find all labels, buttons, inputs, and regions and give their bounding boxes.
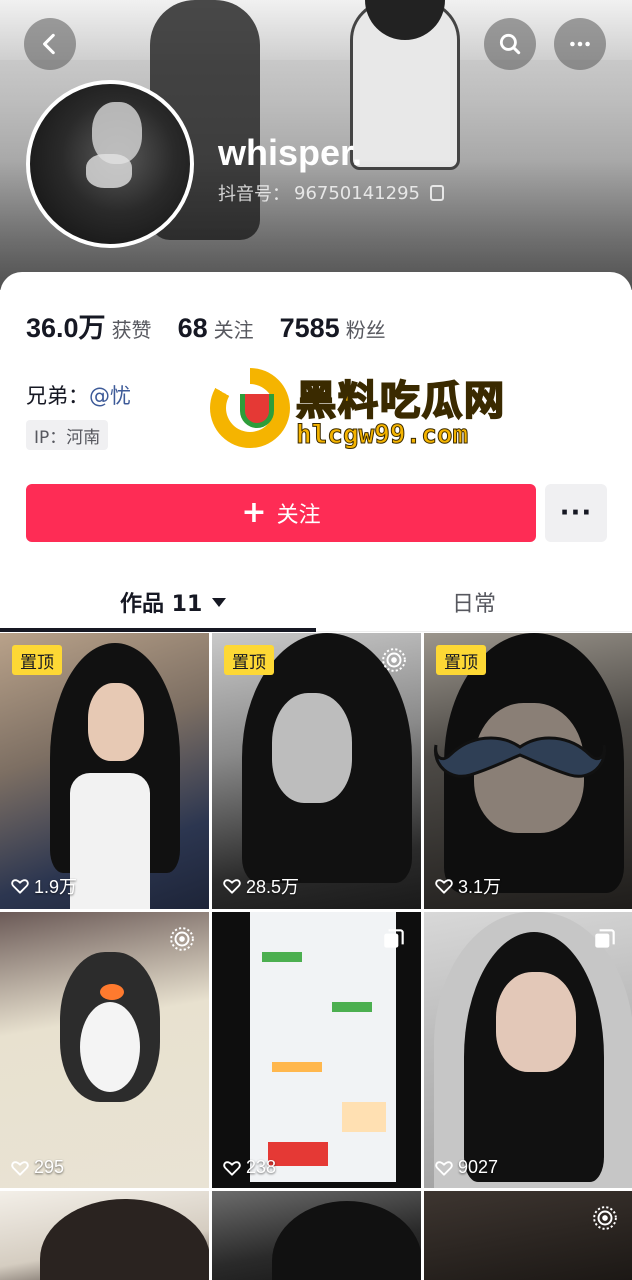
video-thumbnail[interactable]: 置顶 28.5万 bbox=[212, 633, 421, 909]
video-likes-count: 9027 bbox=[458, 1157, 499, 1177]
heart-icon bbox=[435, 1160, 453, 1176]
video-thumbnail[interactable]: 9027 bbox=[424, 912, 632, 1188]
search-icon bbox=[499, 33, 521, 55]
stat-followers-count: 7585 bbox=[279, 313, 340, 343]
live-photo-icon bbox=[593, 1206, 617, 1230]
video-thumbnail[interactable] bbox=[424, 1191, 632, 1280]
stats-row: 36.0万 获赞 68 关注 7585 粉丝 bbox=[26, 306, 412, 345]
plus-icon: + bbox=[241, 495, 267, 530]
thumb-chat-bubble bbox=[332, 1002, 372, 1012]
video-likes: 1.9万 bbox=[10, 873, 77, 899]
stat-likes[interactable]: 36.0万 获赞 bbox=[26, 306, 152, 345]
stat-followers[interactable]: 7585 粉丝 bbox=[280, 313, 386, 344]
stat-following-label: 关注 bbox=[213, 318, 254, 342]
video-likes: 9027 bbox=[434, 1157, 498, 1178]
bio: 兄弟：@忧 bbox=[26, 380, 131, 410]
chevron-left-icon bbox=[43, 33, 55, 55]
video-thumbnail-image bbox=[0, 912, 209, 1188]
search-button[interactable] bbox=[484, 18, 536, 70]
ip-location-tag: IP：河南 bbox=[26, 420, 109, 450]
thumb-hair bbox=[40, 1199, 209, 1280]
watermelon-icon bbox=[240, 394, 274, 428]
video-thumbnail[interactable]: 置顶 3.1万 bbox=[424, 633, 632, 909]
video-thumbnail-image bbox=[212, 912, 421, 1188]
heart-icon bbox=[223, 1160, 241, 1176]
thumb-chat-bubble bbox=[262, 952, 302, 962]
thumb-face bbox=[88, 683, 144, 761]
header-more-button[interactable] bbox=[554, 18, 606, 70]
bio-prefix: 兄弟： bbox=[26, 384, 89, 408]
pinned-badge: 置顶 bbox=[436, 645, 486, 675]
video-thumbnail-image bbox=[212, 1191, 421, 1280]
avatar[interactable] bbox=[26, 80, 194, 248]
avatar-hand bbox=[86, 154, 132, 188]
thumb-penguin-belly bbox=[80, 1002, 140, 1092]
watermark-title: 黑料吃瓜网 bbox=[295, 377, 506, 425]
live-photo-icon bbox=[170, 927, 194, 951]
follow-button-label: 关注 bbox=[276, 503, 321, 528]
watermark-logo bbox=[210, 368, 290, 448]
heart-icon bbox=[11, 1160, 29, 1176]
thumb-penguin-beak bbox=[100, 984, 124, 1000]
tab-daily[interactable]: 日常 bbox=[452, 586, 496, 618]
video-likes-count: 238 bbox=[246, 1157, 277, 1177]
video-thumbnail-image bbox=[0, 1191, 209, 1280]
copy-icon[interactable] bbox=[429, 185, 444, 201]
watermark-url: hlcgw99.com bbox=[295, 420, 469, 451]
stat-followers-label: 粉丝 bbox=[345, 318, 386, 342]
video-likes-count: 1.9万 bbox=[34, 877, 78, 897]
heart-icon bbox=[223, 879, 241, 894]
video-likes-count: 28.5万 bbox=[246, 877, 300, 897]
heart-icon bbox=[11, 879, 29, 894]
tab-works-label: 作品 11 bbox=[120, 592, 203, 617]
douyin-id: 抖音号： 96750141295 bbox=[218, 180, 444, 206]
more-dots-icon bbox=[570, 41, 590, 47]
video-likes: 3.1万 bbox=[434, 873, 501, 899]
douyin-id-label: 抖音号： bbox=[218, 184, 290, 205]
profile-more-button[interactable]: ··· bbox=[545, 484, 607, 542]
douyin-id-value: 96750141295 bbox=[294, 182, 420, 204]
tab-works[interactable]: 作品 11 bbox=[120, 586, 227, 618]
banner-sky bbox=[0, 0, 632, 60]
thumb-red-packet bbox=[268, 1142, 328, 1166]
video-likes-count: 295 bbox=[34, 1157, 65, 1177]
thumb-hair bbox=[272, 1201, 421, 1280]
multi-image-icon bbox=[595, 929, 615, 948]
tab-active-indicator bbox=[0, 628, 316, 632]
follow-button[interactable]: + 关注 bbox=[26, 484, 536, 542]
stat-following-count: 68 bbox=[177, 313, 208, 343]
back-button[interactable] bbox=[24, 18, 76, 70]
video-thumbnail[interactable] bbox=[212, 1191, 421, 1280]
thumb-shirt bbox=[70, 773, 150, 909]
video-thumbnail[interactable]: 238 bbox=[212, 912, 421, 1188]
thumb-chat-bubble bbox=[272, 1062, 322, 1072]
video-thumbnail[interactable] bbox=[0, 1191, 209, 1280]
bio-mention-link[interactable]: @忧 bbox=[89, 384, 131, 408]
video-likes: 28.5万 bbox=[222, 873, 299, 899]
thumb-transfer-card bbox=[342, 1102, 386, 1132]
heart-icon bbox=[435, 879, 453, 894]
thumb-face bbox=[496, 972, 576, 1072]
pinned-badge: 置顶 bbox=[12, 645, 62, 675]
username: whisper. bbox=[218, 132, 363, 173]
thumb-face bbox=[272, 693, 352, 803]
stat-likes-label: 获赞 bbox=[111, 318, 152, 342]
stat-following[interactable]: 68 关注 bbox=[178, 313, 254, 344]
video-likes: 295 bbox=[10, 1157, 64, 1178]
video-thumbnail[interactable]: 295 bbox=[0, 912, 209, 1188]
video-likes: 238 bbox=[222, 1157, 276, 1178]
mustache-sticker bbox=[433, 736, 607, 778]
pinned-badge: 置顶 bbox=[224, 645, 274, 675]
video-grid: 置顶 1.9万 置顶 28.5万 置顶 3.1万 295 238 9027 bbox=[0, 633, 632, 1280]
video-thumbnail[interactable]: 置顶 1.9万 bbox=[0, 633, 209, 909]
video-likes-count: 3.1万 bbox=[458, 877, 502, 897]
caret-down-icon bbox=[212, 597, 227, 607]
stat-likes-count: 36.0万 bbox=[26, 313, 106, 343]
video-thumbnail-image bbox=[424, 912, 632, 1188]
content-tabs: 作品 11 日常 bbox=[0, 570, 632, 632]
multi-image-icon bbox=[384, 929, 404, 948]
live-photo-icon bbox=[382, 648, 406, 672]
